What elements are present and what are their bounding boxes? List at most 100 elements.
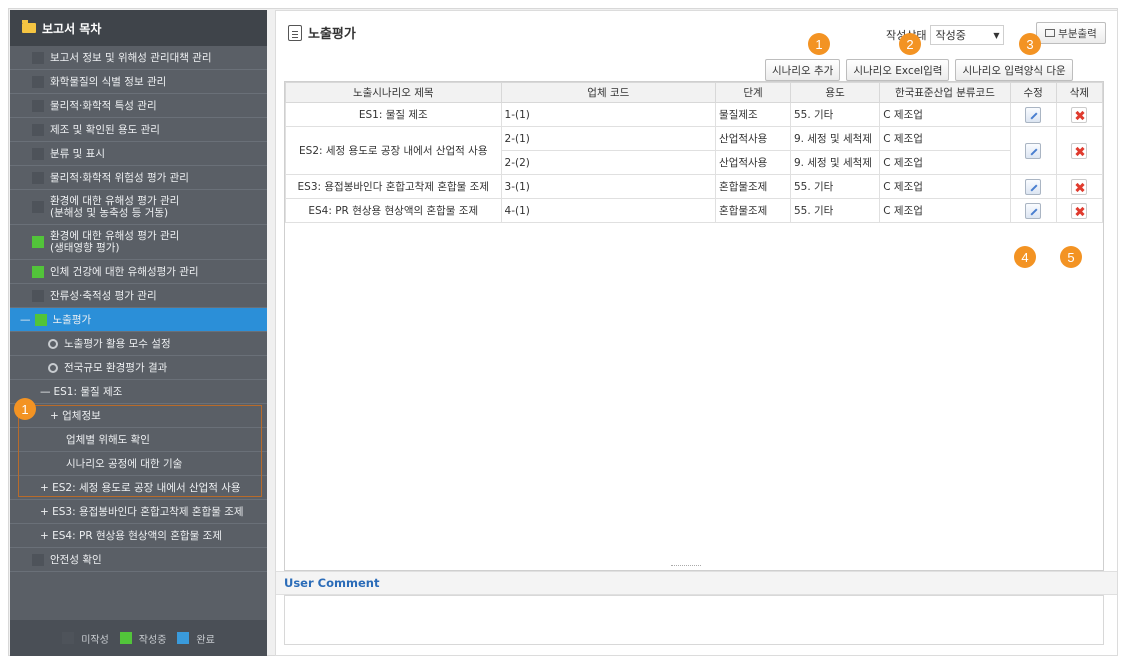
cell-code: 3-(1): [500, 174, 717, 199]
cell-use: 9. 세정 및 세척제: [789, 126, 881, 151]
status-square-icon: [34, 313, 47, 326]
radio-circle-icon: [48, 338, 58, 349]
col-use: 용도: [789, 82, 881, 103]
table-row[interactable]: ES4: PR 현상용 현상액의 혼합물 조제 4-(1) 혼합물조제 55. …: [285, 198, 1104, 223]
status-square-icon: [32, 289, 44, 302]
legend-writing: 작성중: [138, 634, 167, 646]
excel-input-button[interactable]: 시나리오 Excel입력: [846, 59, 950, 81]
cell-ksic: C 제조업: [879, 126, 1011, 151]
sidebar-item-exposure[interactable]: — 노출평가: [10, 308, 267, 332]
sidebar-item-label: 노출평가 활용 모수 설정: [64, 337, 171, 350]
callout-badge: 4: [1014, 246, 1036, 268]
sidebar-header: 보고서 목차: [10, 10, 267, 46]
sidebar-item-uses[interactable]: 제조 및 확인된 용도 관리: [10, 118, 267, 142]
sidebar-item-label: + ES3: 용접봉바인다 혼합고착제 혼합물 조제: [40, 505, 244, 518]
table-row[interactable]: ES2: 세정 용도로 공장 내에서 산업적 사용 2-(1) 산업적사용 9.…: [285, 126, 1104, 175]
delete-icon[interactable]: [1071, 202, 1088, 219]
status-square-icon: [32, 99, 44, 112]
sidebar-item-physical-hazard[interactable]: 물리적·화학적 위험성 평가 관리: [10, 166, 267, 190]
callout-badge: 2: [899, 33, 921, 55]
cell-code: 4-(1): [500, 198, 717, 223]
comment-textarea[interactable]: [284, 595, 1104, 645]
sidebar-item-label: 잔류성·축적성 평가 관리: [50, 289, 157, 302]
col-ksic: 한국표준산업 분류코드: [879, 82, 1011, 103]
table-header: 노출시나리오 제목 업체 코드 단계 용도 한국표준산업 분류코드 수정 삭제: [285, 82, 1104, 103]
sidebar-item-identification[interactable]: 화학물질의 식별 정보 관리: [10, 70, 267, 94]
status-square-icon: [32, 147, 44, 160]
sidebar-item-safety[interactable]: 안전성 확인: [10, 548, 267, 572]
scenario-table-container: 노출시나리오 제목 업체 코드 단계 용도 한국표준산업 분류코드 수정 삭제 …: [284, 81, 1104, 571]
cell-ksic: C 제조업: [879, 174, 1011, 199]
resize-handle[interactable]: [671, 565, 701, 567]
sidebar-item-report-info[interactable]: 보고서 정보 및 위해성 관리대책 관리: [10, 46, 267, 70]
toolbar: 시나리오 추가 시나리오 Excel입력 시나리오 입력양식 다운: [765, 59, 1073, 81]
legend-done: 완료: [196, 634, 215, 646]
download-template-button[interactable]: 시나리오 입력양식 다운: [955, 59, 1073, 81]
col-edit: 수정: [1009, 82, 1057, 103]
sidebar-item-human-health[interactable]: 인체 건강에 대한 유해성평가 관리: [10, 260, 267, 284]
cell-ksic: C 제조업: [879, 102, 1011, 127]
col-title: 노출시나리오 제목: [285, 82, 502, 103]
label-line2: (분해성 및 농축성 등 거동): [50, 207, 169, 219]
legend-gray-icon: [62, 632, 75, 644]
status-square-icon: [32, 123, 44, 136]
sidebar-item-pbt[interactable]: 잔류성·축적성 평가 관리: [10, 284, 267, 308]
partial-print-button[interactable]: 부분출력: [1036, 22, 1106, 44]
label-line1: 환경에 대한 유해성 평가 관리: [50, 195, 180, 207]
col-stage: 단계: [715, 82, 791, 103]
sidebar-es3[interactable]: + ES3: 용접봉바인다 혼합고착제 혼합물 조제: [10, 500, 267, 524]
sidebar-item-label: 분류 및 표시: [50, 147, 105, 160]
sidebar-item-label: 환경에 대한 유해성 평가 관리 (분해성 및 농축성 등 거동): [50, 195, 179, 219]
cell-edit: [1009, 126, 1057, 175]
col-delete: 삭제: [1055, 82, 1104, 103]
cell-title: ES4: PR 현상용 현상액의 혼합물 조제: [285, 198, 502, 223]
comment-title: User Comment: [284, 576, 380, 590]
cell-edit: [1009, 174, 1057, 199]
collapse-icon[interactable]: —: [40, 386, 51, 398]
sidebar-item-label: 제조 및 확인된 용도 관리: [50, 123, 160, 136]
cell-stage: 물질제조: [715, 102, 791, 127]
sidebar-sub-national[interactable]: 전국규모 환경평가 결과: [10, 356, 267, 380]
delete-icon[interactable]: [1071, 178, 1088, 195]
page-title: 노출평가: [288, 23, 356, 42]
sidebar-item-properties[interactable]: 물리적·화학적 특성 관리: [10, 94, 267, 118]
sidebar-es1[interactable]: — ES1: 물질 제조: [10, 380, 267, 404]
edit-icon[interactable]: [1025, 202, 1042, 219]
table-row[interactable]: ES1: 물질 제조 1-(1) 물질제조 55. 기타 C 제조업: [285, 102, 1104, 127]
sidebar: 보고서 목차 보고서 정보 및 위해성 관리대책 관리 화학물질의 식별 정보 …: [10, 10, 267, 656]
status-square-icon: [32, 171, 44, 184]
status-select[interactable]: 작성중 ▼: [930, 25, 1005, 45]
sidebar-sub-params[interactable]: 노출평가 활용 모수 설정: [10, 332, 267, 356]
sidebar-item-classification[interactable]: 분류 및 표시: [10, 142, 267, 166]
collapse-icon[interactable]: —: [20, 314, 31, 326]
edit-icon[interactable]: [1025, 142, 1042, 159]
cell-title: ES1: 물질 제조: [285, 102, 502, 127]
sidebar-item-label: 환경에 대한 유해성 평가 관리 (생태영향 평가): [50, 230, 179, 254]
legend-blue-icon: [177, 632, 190, 644]
cell-edit: [1009, 198, 1057, 223]
highlight-box: [18, 405, 262, 497]
cell-use: 9. 세정 및 세척제: [789, 150, 881, 175]
radio-circle-icon: [48, 362, 58, 373]
cell-use: 55. 기타: [789, 174, 881, 199]
status-square-icon: [32, 265, 44, 278]
status-square-icon: [32, 236, 44, 248]
status-legend: 미작성 작성중 완료: [10, 620, 267, 656]
print-label: 부분출력: [1058, 27, 1097, 40]
delete-icon[interactable]: [1071, 106, 1088, 123]
edit-icon[interactable]: [1025, 178, 1042, 195]
cell-stage: 산업적사용: [715, 126, 791, 151]
table-row[interactable]: ES3: 용접봉바인다 혼합고착제 혼합물 조제 3-(1) 혼합물조제 55.…: [285, 174, 1104, 199]
add-scenario-button[interactable]: 시나리오 추가: [765, 59, 841, 81]
sidebar-item-label: 보고서 정보 및 위해성 관리대책 관리: [50, 51, 212, 64]
callout-badge: 5: [1060, 246, 1082, 268]
edit-icon[interactable]: [1025, 106, 1042, 123]
sidebar-es4[interactable]: + ES4: PR 현상용 현상액의 혼합물 조제: [10, 524, 267, 548]
chevron-down-icon: ▼: [993, 30, 1000, 40]
delete-icon[interactable]: [1071, 142, 1088, 159]
cell-use: 55. 기타: [789, 102, 881, 127]
sidebar-item-env-eco[interactable]: 환경에 대한 유해성 평가 관리 (생태영향 평가): [10, 225, 267, 260]
page-title-text: 노출평가: [308, 27, 356, 42]
sidebar-item-env-fate[interactable]: 환경에 대한 유해성 평가 관리 (분해성 및 농축성 등 거동): [10, 190, 267, 225]
cell-delete: [1055, 198, 1104, 223]
